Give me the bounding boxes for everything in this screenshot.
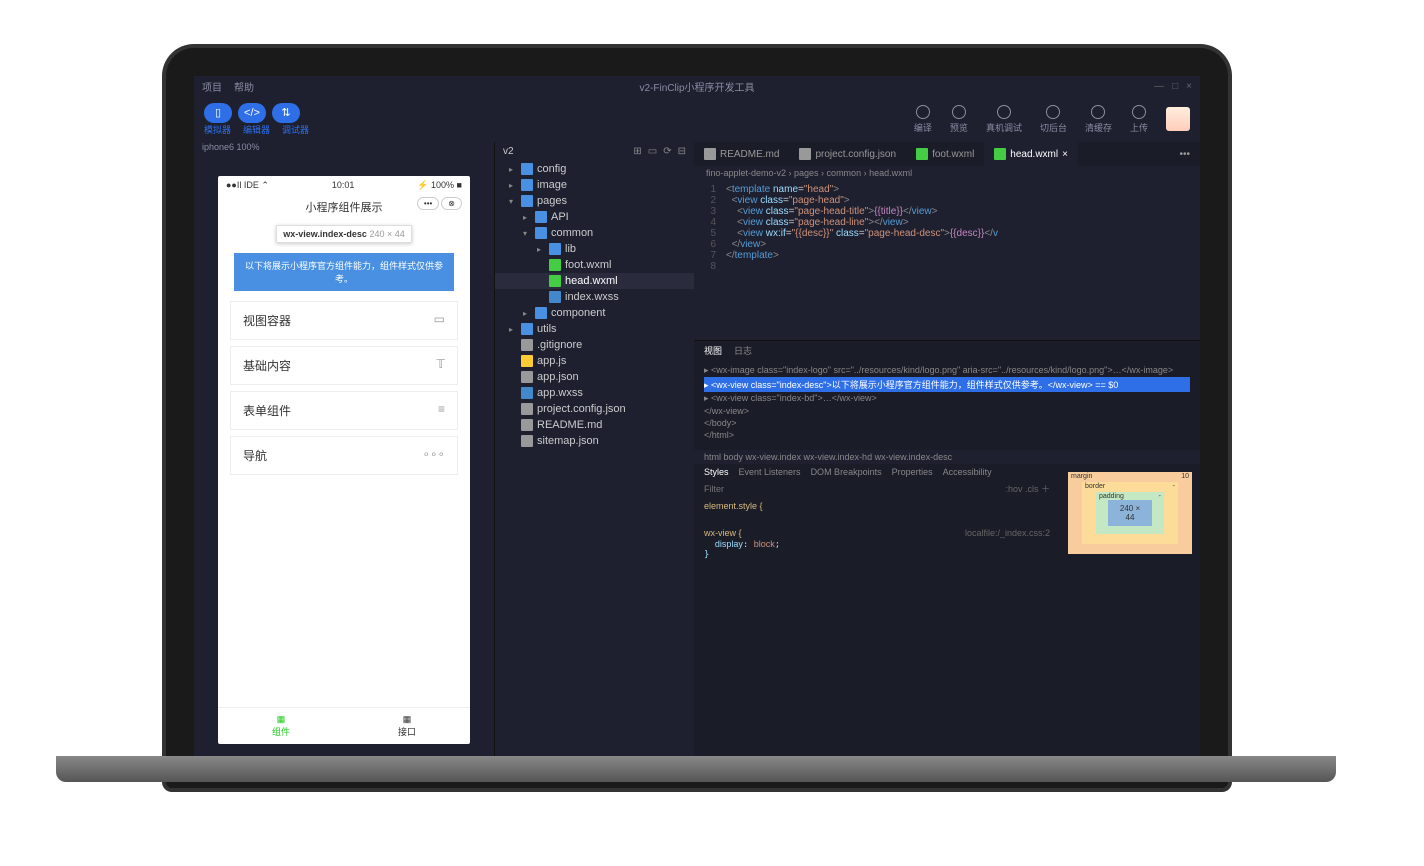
editor-tab[interactable]: README.md <box>694 142 789 166</box>
tree-folder[interactable]: ▸image <box>495 177 694 193</box>
ide-window: 项目 帮助 v2-FinClip小程序开发工具 — □ × ▯ </> ⇅ 模拟… <box>194 76 1200 760</box>
tab-close-icon[interactable]: × <box>1062 149 1068 160</box>
bottom-tab[interactable]: ▦接口 <box>344 708 470 744</box>
toolbar-background[interactable]: 切后台 <box>1040 105 1067 134</box>
editor-toggle[interactable]: </> <box>238 103 266 123</box>
list-item[interactable]: 视图容器▭ <box>230 301 458 340</box>
tree-file[interactable]: app.wxss <box>495 385 694 401</box>
collapse-icon[interactable]: ⊟ <box>678 146 686 157</box>
tree-folder[interactable]: ▸API <box>495 209 694 225</box>
styles-tab[interactable]: Properties <box>892 467 933 477</box>
tree-file[interactable]: app.js <box>495 353 694 369</box>
capsule-close[interactable]: ⊗ <box>441 197 462 210</box>
box-model-content: 240 × 44 <box>1108 500 1152 526</box>
toolbar-upload[interactable]: 上传 <box>1130 105 1148 134</box>
avatar[interactable] <box>1166 107 1190 131</box>
styles-tab[interactable]: DOM Breakpoints <box>811 467 882 477</box>
tree-file[interactable]: project.config.json <box>495 401 694 417</box>
devtools-panel: 视图 日志 ▸ <wx-image class="index-logo" src… <box>694 340 1200 760</box>
simulator-toggle[interactable]: ▯ <box>204 103 232 123</box>
bottom-tab[interactable]: ▦组件 <box>218 708 344 744</box>
debugger-label: 调试器 <box>282 123 309 136</box>
editor-panel: README.mdproject.config.jsonfoot.wxmlhea… <box>694 142 1200 760</box>
simulator-label: 模拟器 <box>204 123 231 136</box>
refresh-icon[interactable]: ⟳ <box>663 146 671 157</box>
tree-folder[interactable]: ▾pages <box>495 193 694 209</box>
css-rule[interactable]: </span><span class="css-sel">.index-desc… <box>694 516 1060 524</box>
tree-file[interactable]: README.md <box>495 417 694 433</box>
editor-tab[interactable]: foot.wxml <box>906 142 984 166</box>
close-icon[interactable]: × <box>1186 81 1192 92</box>
tree-file[interactable]: head.wxml <box>495 273 694 289</box>
file-explorer: v2 ⊞ ▭ ⟳ ⊟ ▸config▸image▾pages▸API▾commo… <box>494 142 694 760</box>
dom-breadcrumbs[interactable]: html body wx-view.index wx-view.index-hd… <box>694 450 1200 464</box>
toolbar-compile[interactable]: 编译 <box>914 105 932 134</box>
tabs-more-icon[interactable]: ••• <box>1169 142 1200 166</box>
tree-file[interactable]: foot.wxml <box>495 257 694 273</box>
dom-tree[interactable]: ▸ <wx-image class="index-logo" src="../r… <box>694 360 1200 450</box>
editor-label: 编辑器 <box>243 123 270 136</box>
tree-file[interactable]: index.wxss <box>495 289 694 305</box>
minimize-icon[interactable]: — <box>1154 81 1164 92</box>
toolbar-clear[interactable]: 清缓存 <box>1085 105 1112 134</box>
list-item[interactable]: 基础内容𝕋 <box>230 346 458 385</box>
window-title: v2-FinClip小程序开发工具 <box>639 79 754 94</box>
inspect-tooltip: wx-view.index-desc 240 × 44 <box>276 225 412 243</box>
debugger-toggle[interactable]: ⇅ <box>272 103 300 123</box>
list-item[interactable]: 表单组件≡ <box>230 391 458 430</box>
breadcrumbs[interactable]: fino-applet-demo-v2 › pages › common › h… <box>694 166 1200 180</box>
styles-tab[interactable]: Styles <box>704 467 729 477</box>
menu-help[interactable]: 帮助 <box>234 79 254 94</box>
menu-project[interactable]: 项目 <box>202 79 222 94</box>
phone-preview: ●●Il IDE ⌃ 10:01 ⚡ 100% ■ 小程序组件展示 ••• ⊗ … <box>218 176 470 744</box>
status-time: 10:01 <box>332 180 355 191</box>
new-folder-icon[interactable]: ▭ <box>648 146 657 157</box>
tree-file[interactable]: sitemap.json <box>495 433 694 449</box>
styles-filter-controls[interactable]: :hov .cls ＋ <box>1005 482 1050 495</box>
app-title: 小程序组件展示 <box>306 202 383 214</box>
css-rule[interactable]: element.style { <box>694 497 1060 516</box>
menubar: 项目 帮助 v2-FinClip小程序开发工具 — □ × <box>194 76 1200 96</box>
styles-tab[interactable]: Event Listeners <box>739 467 801 477</box>
devtools-tab-view[interactable]: 视图 <box>704 344 722 357</box>
devtools-tab-log[interactable]: 日志 <box>734 344 752 357</box>
battery-icon: ⚡ 100% ■ <box>417 180 462 191</box>
editor-tab[interactable]: head.wxml × <box>984 142 1078 166</box>
editor-tab[interactable]: project.config.json <box>789 142 906 166</box>
code-editor[interactable]: 1<template name="head">2 <view class="pa… <box>694 180 1200 340</box>
device-info[interactable]: iphone6 100% <box>194 142 494 160</box>
styles-filter-input[interactable] <box>704 482 1005 495</box>
simulator-panel: iphone6 100% ●●Il IDE ⌃ 10:01 ⚡ 100% ■ 小… <box>194 142 494 760</box>
maximize-icon[interactable]: □ <box>1172 81 1178 92</box>
tree-folder[interactable]: ▸lib <box>495 241 694 257</box>
new-file-icon[interactable]: ⊞ <box>633 146 641 157</box>
styles-tab[interactable]: Accessibility <box>943 467 992 477</box>
tree-file[interactable]: .gitignore <box>495 337 694 353</box>
toolbar-preview[interactable]: 预览 <box>950 105 968 134</box>
signal-icon: ●●Il IDE ⌃ <box>226 180 269 191</box>
list-item[interactable]: 导航∘∘∘ <box>230 436 458 475</box>
project-root[interactable]: v2 <box>503 146 514 157</box>
box-model: margin10 border- padding- 240 × 44 <box>1060 464 1200 760</box>
tree-folder[interactable]: ▸utils <box>495 321 694 337</box>
tree-folder[interactable]: ▸component <box>495 305 694 321</box>
tree-file[interactable]: app.json <box>495 369 694 385</box>
toolbar-remote[interactable]: 真机调试 <box>986 105 1022 134</box>
toolbar: ▯ </> ⇅ 模拟器 编辑器 调试器 编译预览真机调试切后台清缓存上传 <box>194 96 1200 142</box>
css-rule[interactable]: localfile:/_index.css:2wx-view { display… <box>694 524 1060 564</box>
tree-folder[interactable]: ▸config <box>495 161 694 177</box>
tree-folder[interactable]: ▾common <box>495 225 694 241</box>
capsule-menu[interactable]: ••• <box>417 197 439 210</box>
highlighted-element[interactable]: 以下将展示小程序官方组件能力，组件样式仅供参考。 <box>234 253 454 291</box>
